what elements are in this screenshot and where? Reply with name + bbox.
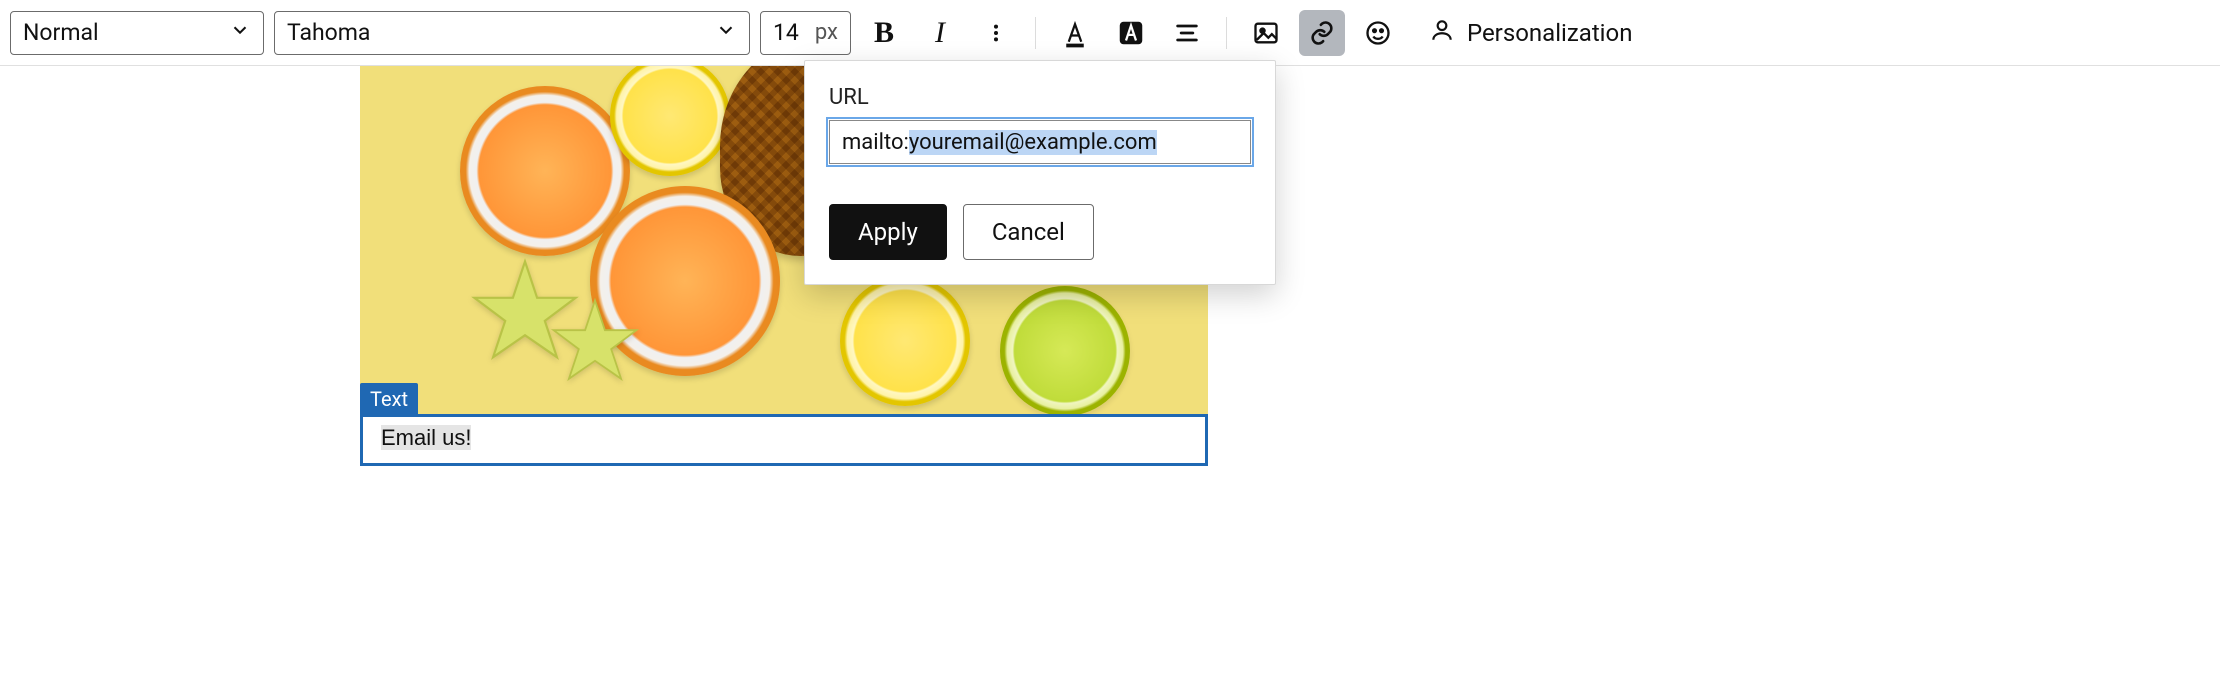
text-style-select[interactable]: Normal xyxy=(10,11,264,55)
personalization-label: Personalization xyxy=(1467,19,1633,47)
url-label: URL xyxy=(829,85,1251,110)
bold-icon: B xyxy=(874,16,894,50)
editor-toolbar: Normal Tahoma 14 px B I xyxy=(0,0,2220,66)
apply-label: Apply xyxy=(858,218,918,246)
separator xyxy=(1035,17,1036,49)
bold-button[interactable]: B xyxy=(861,10,907,56)
separator xyxy=(1226,17,1227,49)
popup-actions: Apply Cancel xyxy=(829,204,1251,260)
italic-icon: I xyxy=(935,16,945,50)
text-style-value: Normal xyxy=(23,19,99,46)
font-family-value: Tahoma xyxy=(287,19,370,46)
highlight-button[interactable] xyxy=(1108,10,1154,56)
emoji-icon xyxy=(1364,19,1392,47)
block-type-tag: Text xyxy=(360,383,418,415)
cancel-label: Cancel xyxy=(992,218,1065,246)
emoji-button[interactable] xyxy=(1355,10,1401,56)
image-icon xyxy=(1252,19,1280,47)
chevron-down-icon xyxy=(229,19,251,47)
highlight-icon xyxy=(1116,18,1146,48)
person-icon xyxy=(1429,17,1455,49)
font-family-select[interactable]: Tahoma xyxy=(274,11,750,55)
link-icon xyxy=(1308,19,1336,47)
image-button[interactable] xyxy=(1243,10,1289,56)
more-vertical-icon xyxy=(985,19,1007,47)
personalization-button[interactable]: Personalization xyxy=(1411,10,1651,56)
apply-button[interactable]: Apply xyxy=(829,204,947,260)
align-center-icon xyxy=(1173,19,1201,47)
url-input[interactable]: mailto:youremail@example.com xyxy=(829,120,1251,164)
link-popup: URL mailto:youremail@example.com Apply C… xyxy=(804,60,1276,285)
align-button[interactable] xyxy=(1164,10,1210,56)
font-size-input[interactable]: 14 px xyxy=(760,11,851,55)
font-size-unit: px xyxy=(815,20,838,45)
url-value: youremail@example.com xyxy=(909,130,1157,155)
text-color-button[interactable] xyxy=(1052,10,1098,56)
text-block[interactable]: Email us! xyxy=(360,414,1208,466)
italic-button[interactable]: I xyxy=(917,10,963,56)
text-block-content: Email us! xyxy=(381,425,471,450)
url-prefix: mailto: xyxy=(842,130,909,155)
text-block-wrap: Text Email us! xyxy=(360,414,1208,466)
cancel-button[interactable]: Cancel xyxy=(963,204,1094,260)
text-color-icon xyxy=(1060,18,1090,48)
link-button[interactable] xyxy=(1299,10,1345,56)
more-formatting-button[interactable] xyxy=(973,10,1019,56)
font-size-value: 14 xyxy=(773,19,799,46)
chevron-down-icon xyxy=(715,19,737,47)
